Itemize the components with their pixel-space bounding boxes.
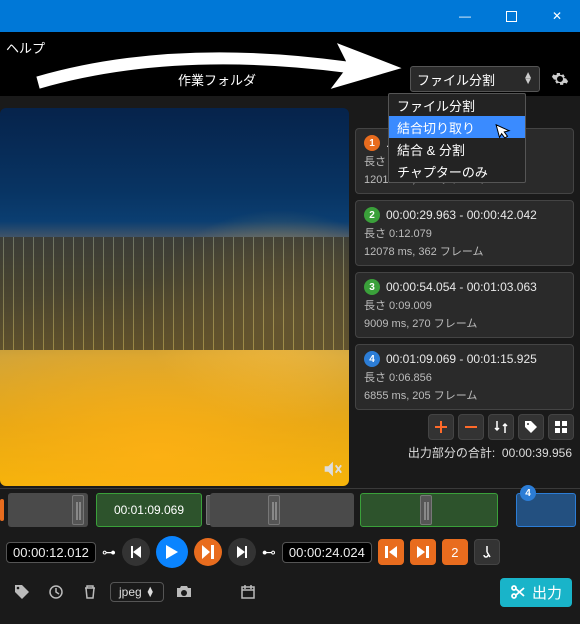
mode-option-0[interactable]: ファイル分割 bbox=[389, 94, 525, 116]
split-button[interactable] bbox=[474, 539, 500, 565]
work-folder-label: 作業フォルダ bbox=[178, 70, 256, 89]
timeline-handle[interactable] bbox=[420, 495, 432, 525]
segment-tools bbox=[355, 410, 580, 442]
menu-help[interactable]: ヘルプ bbox=[6, 38, 45, 57]
bottom-bar: jpeg ▲▼ 出力 bbox=[0, 572, 580, 612]
scissors-icon bbox=[510, 584, 526, 600]
chevron-updown-icon: ▲▼ bbox=[523, 73, 533, 85]
format-label: jpeg bbox=[119, 585, 142, 599]
timeline-handle[interactable] bbox=[72, 495, 84, 525]
segment-count-badge[interactable]: 2 bbox=[442, 539, 468, 565]
segment-detail: 6855 ms, 205 フレーム bbox=[364, 387, 565, 403]
prev-frame-button[interactable] bbox=[122, 538, 150, 566]
timeline[interactable]: 00:01:09.069 4 bbox=[0, 488, 580, 532]
format-select[interactable]: jpeg ▲▼ bbox=[110, 582, 164, 602]
segment-range: 00:00:54.054 - 00:01:03.063 bbox=[386, 280, 537, 294]
minimize-button[interactable]: — bbox=[442, 0, 488, 32]
transport-bar: 00:00:12.012 ⊶ ⊷ 00:00:24.024 2 bbox=[0, 532, 580, 572]
segment-badge-4: 4 bbox=[364, 351, 380, 367]
timeline-gap-2[interactable] bbox=[210, 493, 354, 527]
calendar-icon[interactable] bbox=[234, 578, 262, 606]
chevron-updown-icon: ▲▼ bbox=[146, 587, 155, 597]
trash-icon[interactable] bbox=[76, 578, 104, 606]
mode-dropdown-list[interactable]: ファイル分割 結合切り取り 結合 & 分割 チャプターのみ bbox=[388, 93, 526, 183]
segment-detail: 12078 ms, 362 フレーム bbox=[364, 243, 565, 259]
toolbar: 作業フォルダ ファイル分割 ▲▼ bbox=[0, 62, 580, 96]
segment-badge-1: 1 bbox=[364, 135, 380, 151]
menubar: ヘルプ bbox=[0, 32, 580, 62]
totals-value: 00:00:39.956 bbox=[502, 446, 572, 460]
mode-option-2[interactable]: 結合 & 分割 bbox=[389, 138, 525, 160]
left-timecode[interactable]: 00:00:12.012 bbox=[6, 542, 96, 563]
segment-range: 00:00:29.963 - 00:00:42.042 bbox=[386, 208, 537, 222]
tag-button[interactable] bbox=[518, 414, 544, 440]
segment-badge-3: 3 bbox=[364, 279, 380, 295]
close-button[interactable]: ✕ bbox=[534, 0, 580, 32]
segment-badge-2: 2 bbox=[364, 207, 380, 223]
step-button[interactable] bbox=[194, 538, 222, 566]
maximize-button[interactable] bbox=[488, 0, 534, 32]
mode-dropdown[interactable]: ファイル分割 ▲▼ bbox=[410, 66, 540, 92]
remove-segment-button[interactable] bbox=[458, 414, 484, 440]
segment-2[interactable]: 2 00:00:29.963 - 00:00:42.042 長さ 0:12.079… bbox=[355, 200, 574, 266]
segment-detail: 9009 ms, 270 フレーム bbox=[364, 315, 565, 331]
right-timecode[interactable]: 00:00:24.024 bbox=[282, 542, 372, 563]
play-button[interactable] bbox=[156, 536, 188, 568]
volume-icon[interactable] bbox=[321, 458, 343, 480]
segment-range: 00:01:09.069 - 00:01:15.925 bbox=[386, 352, 537, 366]
sort-button[interactable] bbox=[488, 414, 514, 440]
clock-icon[interactable] bbox=[42, 578, 70, 606]
window-titlebar: — ✕ bbox=[0, 0, 580, 32]
mode-option-3[interactable]: チャプターのみ bbox=[389, 160, 525, 182]
segment-length: 長さ 0:06.856 bbox=[364, 369, 565, 385]
totals-label: 出力部分の合計: bbox=[408, 446, 495, 460]
camera-icon[interactable] bbox=[170, 578, 198, 606]
mark-out-button[interactable] bbox=[410, 539, 436, 565]
preview-image bbox=[0, 237, 349, 350]
mark-in-button[interactable] bbox=[378, 539, 404, 565]
timeline-handle[interactable] bbox=[268, 495, 280, 525]
add-segment-button[interactable] bbox=[428, 414, 454, 440]
segment-length: 長さ 0:09.009 bbox=[364, 297, 565, 313]
segment-3[interactable]: 3 00:00:54.054 - 00:01:03.063 長さ 0:09.009… bbox=[355, 272, 574, 338]
gear-icon[interactable] bbox=[548, 67, 572, 91]
grid-button[interactable] bbox=[548, 414, 574, 440]
export-label: 出力 bbox=[532, 582, 562, 603]
segment-4[interactable]: 4 00:01:09.069 - 00:01:15.925 長さ 0:06.856… bbox=[355, 344, 574, 410]
key-in-icon[interactable]: ⊶ bbox=[102, 544, 116, 561]
key-out-icon[interactable]: ⊷ bbox=[262, 544, 276, 561]
next-frame-button[interactable] bbox=[228, 538, 256, 566]
timeline-label: 00:01:09.069 bbox=[114, 503, 184, 517]
export-button[interactable]: 出力 bbox=[500, 578, 572, 607]
tag-icon[interactable] bbox=[8, 578, 36, 606]
segment-length: 長さ 0:12.079 bbox=[364, 225, 565, 241]
video-preview[interactable] bbox=[0, 108, 349, 486]
timeline-seg-green[interactable]: 00:01:09.069 bbox=[96, 493, 202, 527]
mode-dropdown-value: ファイル分割 bbox=[417, 70, 495, 89]
timeline-marker-orange[interactable] bbox=[0, 499, 4, 521]
totals: 出力部分の合計: 00:00:39.956 bbox=[355, 442, 580, 465]
timeline-badge-4: 4 bbox=[520, 485, 536, 501]
